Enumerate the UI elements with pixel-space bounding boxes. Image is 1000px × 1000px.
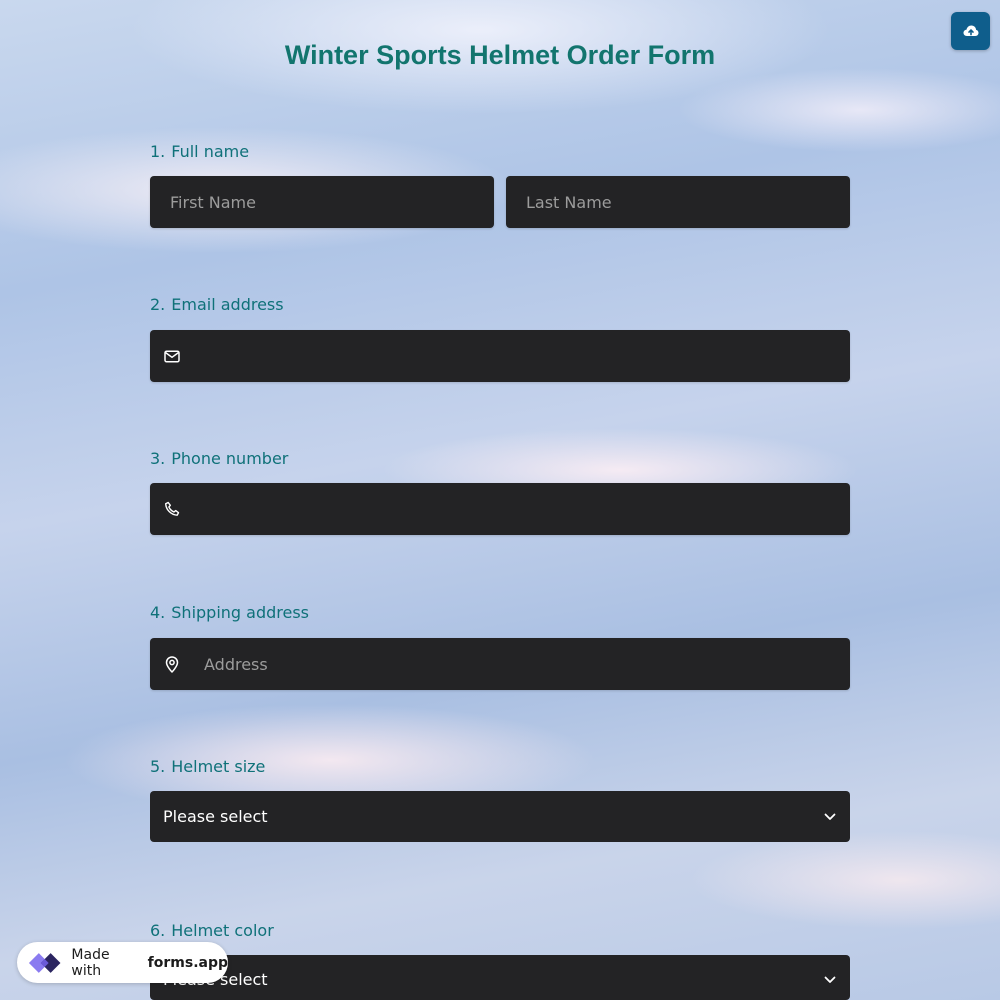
chevron-down-icon [824, 813, 836, 820]
question-label: 4. Shipping address [150, 602, 850, 624]
forms-app-logo-icon [28, 952, 61, 973]
helmet-color-select[interactable]: Please select [150, 955, 850, 1000]
form-title: Winter Sports Helmet Order Form [284, 40, 716, 70]
map-pin-icon [150, 655, 194, 673]
question-phone: 3. Phone number [150, 448, 850, 535]
question-number: 4. [150, 603, 166, 622]
question-label: 5. Helmet size [150, 756, 850, 778]
question-number: 6. [150, 921, 166, 940]
cloud-upload-icon [963, 25, 978, 36]
badge-brand: forms.app [147, 954, 228, 971]
helmet-size-select[interactable]: Please select [150, 791, 850, 842]
badge-prefix: Made with [71, 946, 110, 979]
first-name-placeholder: First Name [170, 192, 256, 212]
question-number: 2. [150, 295, 166, 314]
phone-input[interactable] [150, 483, 850, 535]
question-text: Phone number [171, 449, 289, 468]
first-name-input[interactable]: First Name [150, 176, 494, 228]
helmet-size-selected: Please select [163, 807, 268, 826]
question-text: Shipping address [171, 603, 310, 622]
phone-icon [150, 501, 194, 517]
question-number: 5. [150, 757, 166, 776]
question-number: 1. [150, 142, 166, 161]
question-label: 1. Full name [150, 141, 850, 163]
question-label: 2. Email address [150, 294, 850, 316]
envelope-icon [150, 349, 194, 363]
question-helmet-color: 6. Helmet color Please select [150, 920, 850, 1000]
question-email: 2. Email address [150, 294, 850, 382]
last-name-input[interactable]: Last Name [506, 176, 850, 228]
address-input[interactable]: Address [150, 638, 850, 690]
question-text: Email address [171, 295, 284, 314]
email-input[interactable] [150, 330, 850, 382]
last-name-placeholder: Last Name [526, 192, 612, 212]
made-with-badge[interactable]: Made with forms.app [17, 942, 228, 983]
question-text: Full name [171, 142, 250, 161]
question-number: 3. [150, 449, 166, 468]
question-label: 3. Phone number [150, 448, 850, 470]
question-shipping-address: 4. Shipping address Address [150, 602, 850, 690]
chevron-down-icon [824, 976, 836, 983]
question-label: 6. Helmet color [150, 920, 850, 942]
question-text: Helmet color [171, 921, 274, 940]
question-helmet-size: 5. Helmet size Please select [150, 756, 850, 842]
question-text: Helmet size [171, 757, 266, 776]
question-full-name: 1. Full name First Name Last Name [150, 141, 850, 228]
address-placeholder: Address [204, 654, 268, 674]
